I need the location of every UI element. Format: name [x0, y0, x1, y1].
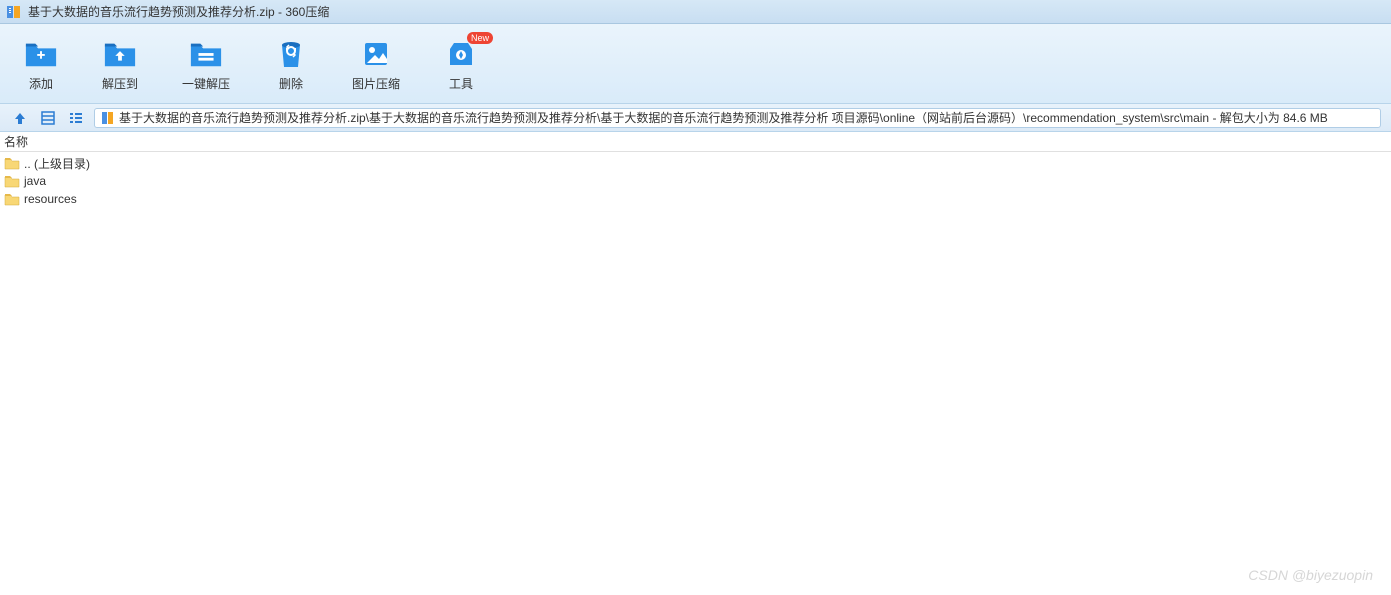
view-list-button[interactable]: [66, 108, 86, 128]
up-button[interactable]: [10, 108, 30, 128]
extract-to-button[interactable]: 解压到: [92, 35, 148, 96]
tools-label: 工具: [449, 75, 473, 92]
folder-icon: [4, 156, 20, 170]
image-compress-label: 图片压缩: [352, 75, 400, 92]
extract-to-label: 解压到: [102, 75, 138, 92]
arrow-up-icon: [12, 110, 28, 126]
extract-to-icon: [103, 39, 137, 69]
add-button[interactable]: 添加: [14, 35, 68, 96]
view-details-button[interactable]: [38, 108, 58, 128]
delete-label: 删除: [279, 75, 303, 92]
view-details-icon: [40, 110, 56, 126]
add-folder-icon: [24, 39, 58, 69]
folder-icon: [4, 192, 20, 206]
app-icon: [6, 4, 22, 20]
one-click-extract-label: 一键解压: [182, 75, 230, 92]
window-title: 基于大数据的音乐流行趋势预测及推荐分析.zip - 360压缩: [28, 3, 1385, 20]
image-compress-button[interactable]: 图片压缩: [342, 35, 410, 96]
add-label: 添加: [29, 75, 53, 92]
path-bar: 基于大数据的音乐流行趋势预测及推荐分析.zip\基于大数据的音乐流行趋势预测及推…: [0, 104, 1391, 132]
folder-resources-row[interactable]: resources: [4, 190, 1387, 208]
folder-icon: [4, 174, 20, 188]
image-compress-icon: [359, 39, 393, 69]
column-header-row: 名称: [0, 132, 1391, 152]
folder-java-row[interactable]: java: [4, 172, 1387, 190]
view-list-icon: [68, 110, 84, 126]
main-toolbar: 添加 解压到 一键解压: [0, 24, 1391, 104]
window-titlebar: 基于大数据的音乐流行趋势预测及推荐分析.zip - 360压缩: [0, 0, 1391, 24]
tools-button[interactable]: New 工具: [434, 35, 488, 96]
parent-dir-label: .. (上级目录): [24, 155, 90, 172]
delete-icon: [274, 39, 308, 69]
one-click-extract-icon: [189, 39, 223, 69]
zip-file-icon: [101, 111, 115, 125]
one-click-extract-button[interactable]: 一键解压: [172, 35, 240, 96]
delete-button[interactable]: 删除: [264, 35, 318, 96]
folder-java-label: java: [24, 174, 46, 188]
parent-dir-row[interactable]: .. (上级目录): [4, 154, 1387, 172]
watermark: CSDN @biyezuopin: [1248, 567, 1373, 583]
file-list: .. (上级目录) java resources: [0, 152, 1391, 210]
column-name-header[interactable]: 名称: [4, 133, 28, 150]
path-input[interactable]: 基于大数据的音乐流行趋势预测及推荐分析.zip\基于大数据的音乐流行趋势预测及推…: [94, 108, 1381, 128]
folder-resources-label: resources: [24, 192, 77, 206]
new-badge: New: [467, 32, 493, 44]
path-text: 基于大数据的音乐流行趋势预测及推荐分析.zip\基于大数据的音乐流行趋势预测及推…: [119, 109, 1328, 126]
